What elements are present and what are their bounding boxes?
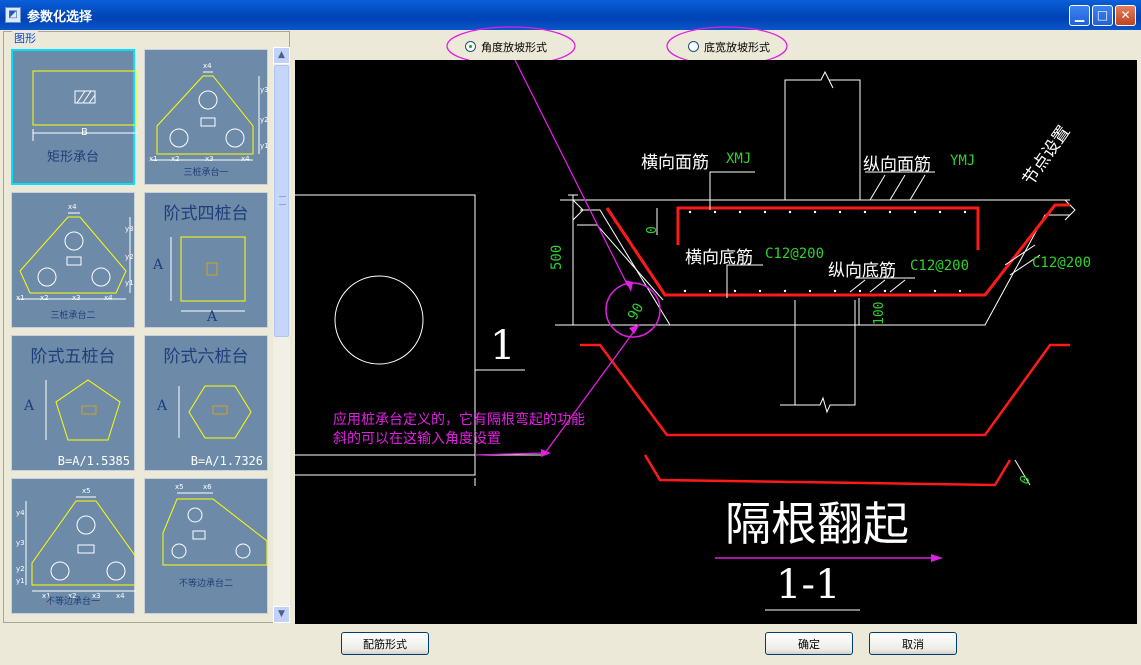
annotation-note-line2: 斜的可以在这输入角度设置 [333, 431, 501, 447]
ok-button[interactable]: 确定 [765, 632, 853, 655]
rebar-form-button[interactable]: 配筋形式 [341, 632, 429, 655]
section-rebar-2 [643, 454, 1012, 487]
label-bottom-bar-code: C12@200 [765, 246, 825, 262]
annotation-note-line1: 应用桩承台定义的，它有隔根弯起的功能 [333, 412, 585, 428]
bottom-rebar [605, 203, 1070, 297]
bottom-bar: 配筋形式 确定 取消 [0, 624, 1141, 665]
section-rebar-1 [580, 343, 1070, 437]
cancel-button[interactable]: 取消 [869, 632, 957, 655]
section-title: 1-1 [776, 562, 841, 608]
label-top-bar: 横向面筋 [641, 153, 709, 173]
label-top-bar-code: XMJ [726, 151, 752, 167]
dim-zero-a: 0 [645, 226, 660, 234]
column-bottom [780, 300, 856, 414]
cad-drawing [295, 60, 1076, 611]
dim-100: 100 [872, 301, 887, 325]
label-long-top-bar-code: YMJ [950, 153, 976, 169]
big-title: 隔根翻起 [725, 497, 909, 551]
label-side-bar-code: C12@200 [1032, 255, 1092, 271]
section-mark: 1 [490, 323, 516, 369]
plan-pile-circle [334, 275, 424, 365]
column-top [784, 70, 861, 200]
label-long-bottom-bar: 纵向底筋 [828, 261, 896, 281]
label-long-bottom-bar-code: C12@200 [910, 258, 970, 274]
preview-canvas: 横向面筋 XMJ 纵向面筋 YMJ 节点设置 横向底筋 C12@200 纵向底筋… [295, 60, 1137, 624]
label-bottom-bar: 横向底筋 [685, 248, 753, 268]
dim-500: 500 [549, 244, 565, 270]
label-long-top-bar: 纵向面筋 [863, 155, 931, 175]
